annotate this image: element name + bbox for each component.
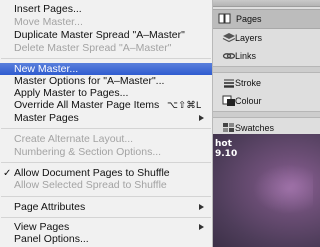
submenu-arrow-icon <box>199 204 204 210</box>
menu-item-label: Panel Options... <box>14 233 89 245</box>
menu-item-delete-master-spread[interactable]: Delete Master Spread "A–Master" <box>0 43 212 54</box>
menu-item-label: Duplicate Master Spread "A–Master" <box>14 29 185 41</box>
menu-item-label: Delete Master Spread "A–Master" <box>14 42 172 54</box>
links-icon <box>222 53 236 59</box>
panel-context-menu: Insert Pages... Move Master... Duplicate… <box>0 0 213 247</box>
menu-item-insert-pages[interactable]: Insert Pages... <box>0 4 212 15</box>
menu-item-label: Apply Master to Pages... <box>14 87 129 99</box>
menu-item-label: View Pages <box>14 221 70 233</box>
menu-item-numbering-section-options[interactable]: Numbering & Section Options... <box>0 147 212 158</box>
menu-item-label: New Master... <box>14 63 79 75</box>
stroke-icon <box>224 79 234 88</box>
desktop-wallpaper: hot 9.10 <box>213 134 320 247</box>
panel-tab-colour[interactable]: Colour <box>213 92 320 110</box>
panel-tab-stroke[interactable]: Stroke <box>213 74 320 92</box>
panel-dock: Pages Layers Links Stroke Colour Swatche… <box>213 0 320 134</box>
menu-item-duplicate-master-spread[interactable]: Duplicate Master Spread "A–Master" <box>0 30 212 41</box>
submenu-arrow-icon <box>199 115 204 121</box>
menu-item-label: Master Options for "A–Master"... <box>14 75 165 87</box>
menu-separator <box>1 217 211 218</box>
panel-tab-pages[interactable]: Pages <box>213 9 320 29</box>
panel-tab-label: Pages <box>236 14 262 24</box>
panel-tab-label: Links <box>235 51 257 61</box>
checkmark-icon: ✓ <box>3 168 12 179</box>
menu-item-label: Numbering & Section Options... <box>14 146 162 158</box>
menu-item-master-pages[interactable]: Master Pages <box>0 113 212 124</box>
desktop-caption-line: hot <box>215 139 232 149</box>
menu-item-override-all-master-page-items[interactable]: Override All Master Page Items ⌥⇧⌘L <box>0 99 212 112</box>
menu-item-move-master[interactable]: Move Master... <box>0 17 212 28</box>
panel-tab-links[interactable]: Links <box>213 47 320 65</box>
panel-group-divider <box>213 66 320 73</box>
menu-item-label: Create Alternate Layout... <box>14 133 134 145</box>
menu-item-shortcut: ⌥⇧⌘L <box>167 100 202 111</box>
panel-group-divider <box>213 111 320 118</box>
menu-item-new-master[interactable]: New Master... <box>0 63 212 75</box>
menu-item-label: Move Master... <box>14 16 83 28</box>
panel-tab-layers[interactable]: Layers <box>213 29 320 47</box>
layers-icon <box>222 33 236 43</box>
menu-separator <box>1 128 211 129</box>
desktop-caption: hot 9.10 <box>215 139 237 159</box>
colour-icon <box>222 95 235 106</box>
menu-item-label: Override All Master Page Items <box>14 99 160 111</box>
panel-tab-label: Colour <box>235 96 262 106</box>
menu-item-allow-selected-spread-to-shuffle[interactable]: Allow Selected Spread to Shuffle <box>0 180 212 191</box>
menu-item-label: Allow Selected Spread to Shuffle <box>14 179 167 191</box>
menu-separator <box>1 58 211 59</box>
menu-item-label: Master Pages <box>14 112 79 124</box>
panel-tab-label: Layers <box>235 33 263 43</box>
wallpaper-glow <box>253 164 313 214</box>
menu-item-panel-options[interactable]: Panel Options... <box>0 234 212 245</box>
menu-item-view-pages[interactable]: View Pages <box>0 222 212 233</box>
menu-item-label: Page Attributes <box>14 201 86 213</box>
menu-item-page-attributes[interactable]: Page Attributes <box>0 202 212 213</box>
menu-item-master-options[interactable]: Master Options for "A–Master"... <box>0 76 212 87</box>
panel-dock-grip[interactable] <box>213 0 320 7</box>
menu-item-label: Insert Pages... <box>14 3 82 15</box>
menu-item-allow-document-pages-to-shuffle[interactable]: ✓ Allow Document Pages to Shuffle <box>0 167 212 180</box>
menu-item-create-alternate-layout[interactable]: Create Alternate Layout... <box>0 134 212 145</box>
menu-item-label: Allow Document Pages to Shuffle <box>14 167 170 179</box>
panel-tab-label: Stroke <box>235 78 262 88</box>
menu-separator <box>1 162 211 163</box>
desktop-caption-line: 9.10 <box>215 149 238 159</box>
submenu-arrow-icon <box>199 224 204 230</box>
swatches-icon <box>223 123 234 132</box>
menu-separator <box>1 196 211 197</box>
menu-item-apply-master-to-pages[interactable]: Apply Master to Pages... <box>0 88 212 99</box>
pages-icon <box>218 13 231 24</box>
